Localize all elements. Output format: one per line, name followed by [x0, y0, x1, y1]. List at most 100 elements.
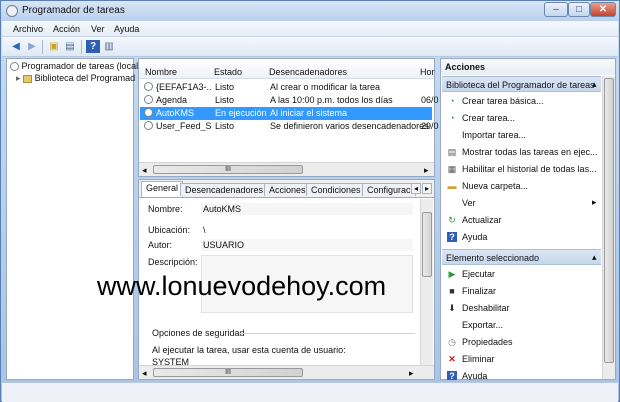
scroll-left-icon[interactable]: ◂	[142, 165, 147, 176]
properties-icon: ◷	[448, 337, 456, 347]
action-deshabilitar[interactable]: ⬇ Deshabilitar	[442, 300, 600, 316]
action-ayuda-2[interactable]: ? Ayuda	[442, 368, 600, 380]
column-hora[interactable]: Hor	[420, 67, 435, 77]
scroll-thumb[interactable]	[604, 78, 614, 363]
back-icon[interactable]: ◀	[9, 40, 23, 53]
details-tabs: General Desencadenadores Acciones Condic…	[139, 180, 434, 198]
table-row[interactable]: User_Feed_S... Listo Se definieron vario…	[140, 120, 439, 133]
action-label: Habilitar el historial de todas las...	[462, 164, 597, 174]
action-ejecutar[interactable]: ▶ Ejecutar	[442, 266, 600, 282]
task-list-header: Nombre Estado Desencadenadores Hor	[139, 64, 435, 79]
menu-ayuda[interactable]: Ayuda	[114, 24, 139, 34]
seguridad-heading: Opciones de seguridad	[152, 328, 245, 338]
task-trigger: A las 10:00 p.m. todos los días	[270, 95, 393, 105]
scroll-right-icon[interactable]: ▸	[409, 368, 414, 379]
details-vscrollbar[interactable]	[420, 199, 433, 365]
task-name: User_Feed_S...	[156, 121, 212, 131]
forward-icon[interactable]: ▶	[25, 40, 39, 53]
tree-item-root[interactable]: Programador de tareas (local	[10, 61, 138, 73]
descripcion-label: Descripción:	[148, 257, 198, 267]
maximize-button[interactable]: □	[568, 2, 590, 17]
disable-icon: ⬇	[448, 303, 456, 313]
tab-scroll-left-icon[interactable]: ◂	[411, 183, 422, 194]
ubicacion-label: Ubicación:	[148, 225, 191, 235]
column-estado[interactable]: Estado	[214, 67, 242, 77]
actions-vscrollbar[interactable]	[602, 76, 615, 379]
folder-icon: ▬	[447, 181, 457, 191]
tab-desencadenadores[interactable]: Desencadenadores	[180, 183, 269, 196]
minimize-button[interactable]: –	[544, 2, 568, 17]
task-status: En ejecución	[215, 108, 267, 118]
help-icon: ?	[447, 371, 457, 380]
scroll-right-icon[interactable]: ▸	[424, 165, 429, 176]
collapse-icon[interactable]: ▴	[592, 252, 597, 263]
action-propiedades[interactable]: ◷ Propiedades	[442, 334, 600, 350]
action-label: Actualizar	[462, 215, 502, 225]
action-label: Finalizar	[462, 286, 497, 296]
task-time: 29/0	[421, 121, 439, 131]
action-exportar[interactable]: Exportar...	[442, 317, 600, 333]
action-actualizar[interactable]: ↻ Actualizar	[442, 212, 600, 228]
table-row[interactable]: {EEFAF1A3-... Listo Al crear o modificar…	[140, 81, 432, 94]
app-window: Programador de tareas – □ ✕ Archivo Acci…	[0, 0, 620, 402]
watermark-text: www.lonuevodehoy.com	[97, 271, 387, 301]
refresh-icon: ↻	[448, 215, 456, 225]
column-nombre[interactable]: Nombre	[145, 67, 177, 77]
show-hide-tree-icon[interactable]: ▤	[63, 40, 77, 53]
help-icon[interactable]: ?	[86, 40, 100, 53]
table-row[interactable]: Agenda Listo A las 10:00 p.m. todos los …	[140, 94, 439, 107]
expand-arrow-icon[interactable]: ▸	[16, 73, 21, 83]
close-button[interactable]: ✕	[590, 2, 616, 17]
action-crear-tarea[interactable]: ◔ Crear tarea...	[442, 110, 600, 126]
task-status: Listo	[215, 121, 235, 131]
autor-value: USUARIO	[201, 239, 413, 251]
action-importar-tarea[interactable]: Importar tarea...	[442, 127, 600, 143]
scroll-thumb[interactable]: III	[153, 368, 303, 377]
tab-general[interactable]: General	[141, 181, 184, 197]
menu-archivo[interactable]: Archivo	[13, 24, 43, 34]
task-name: AutoKMS	[156, 108, 195, 118]
action-ver[interactable]: Ver ▸	[442, 195, 600, 211]
autor-label: Autor:	[148, 240, 173, 250]
section-selected-head[interactable]: Elemento seleccionado ▴	[442, 249, 601, 265]
action-ayuda[interactable]: ? Ayuda	[442, 229, 600, 245]
collapse-icon[interactable]: ▴	[592, 79, 597, 90]
tab-scroll-right-icon[interactable]: ▸	[422, 183, 433, 194]
section-library-head[interactable]: Biblioteca del Programador de tareas ▴	[442, 76, 601, 92]
menu-accion[interactable]: Acción	[53, 24, 80, 34]
tab-condiciones[interactable]: Condiciones	[306, 183, 366, 196]
tab-acciones[interactable]: Acciones	[264, 183, 311, 196]
details-hscrollbar[interactable]: ◂ III ▸	[139, 365, 434, 379]
nombre-label: Nombre:	[148, 204, 183, 214]
section-selected-label: Elemento seleccionado	[446, 253, 540, 263]
cuenta-value: SYSTEM	[152, 357, 190, 365]
scroll-left-icon[interactable]: ◂	[142, 368, 147, 379]
scroll-thumb[interactable]	[422, 212, 432, 277]
tree-item-library[interactable]: ▸ Biblioteca del Programad	[16, 73, 135, 85]
tab-configuracion[interactable]: Configurac	[362, 183, 416, 196]
action-mostrar-tareas[interactable]: ▤ Mostrar todas las tareas en ejec...	[442, 144, 600, 160]
task-name: Agenda	[156, 95, 188, 105]
action-label: Nueva carpeta...	[462, 181, 529, 191]
folder-up-icon[interactable]: ▣	[47, 40, 61, 53]
column-desencadenadores[interactable]: Desencadenadores	[269, 67, 347, 77]
table-row-selected[interactable]: AutoKMS En ejecución Al iniciar el siste…	[140, 107, 432, 120]
action-label: Exportar...	[462, 320, 504, 330]
action-nueva-carpeta[interactable]: ▬ Nueva carpeta...	[442, 178, 600, 194]
tree-root-label: Programador de tareas (local	[21, 61, 139, 71]
menu-ver[interactable]: Ver	[91, 24, 105, 34]
action-crear-tarea-basica[interactable]: ◔ Crear tarea básica...	[442, 93, 600, 109]
action-label: Propiedades	[462, 337, 513, 347]
clock-icon	[144, 121, 153, 130]
action-label: Eliminar	[462, 354, 495, 364]
create-task-icon: ◔	[449, 113, 455, 123]
task-trigger: Al iniciar el sistema	[270, 108, 348, 118]
action-habilitar-historial[interactable]: ▦ Habilitar el historial de todas las...	[442, 161, 600, 177]
scroll-thumb[interactable]: III	[153, 165, 303, 174]
show-action-pane-icon[interactable]: ▥	[102, 40, 116, 53]
action-label: Deshabilitar	[462, 303, 510, 313]
action-eliminar[interactable]: ✕ Eliminar	[442, 351, 600, 367]
task-list-hscrollbar[interactable]: ◂ III ▸	[139, 162, 434, 176]
action-label: Crear tarea básica...	[462, 96, 544, 106]
action-finalizar[interactable]: ■ Finalizar	[442, 283, 600, 299]
